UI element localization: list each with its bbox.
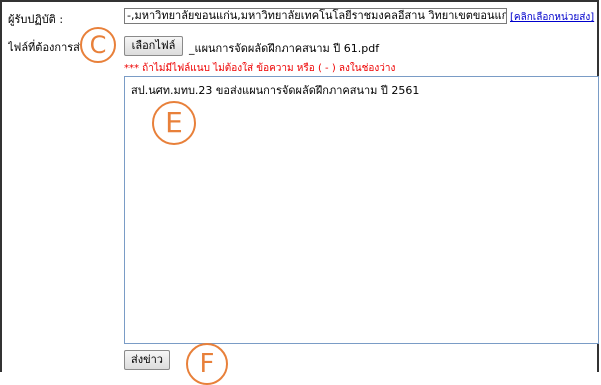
attachment-warning: *** ถ้าไม่มีไฟล์แนบ ไม่ต้องใส่ ข้อความ ห…	[124, 63, 396, 74]
recipient-label: ผู้รับปฏิบัติ :	[8, 13, 64, 26]
message-textarea[interactable]: สป.นศท.มทบ.23 ขอส่งแผนการจัดผลัดฝึกภาคสน…	[124, 76, 599, 344]
callout-c-marker: C	[80, 27, 116, 63]
pick-units-link[interactable]: [คลิกเลือกหน่วยส่ง]	[510, 10, 594, 25]
send-button[interactable]: ส่งข่าว	[124, 350, 170, 370]
choose-file-button[interactable]: เลือกไฟล์	[124, 36, 183, 56]
callout-e-marker: E	[152, 101, 196, 145]
recipient-input[interactable]: -,มหาวิทยาลัยขอนแก่น,มหาวิทยาลัยเทคโนโลย…	[124, 8, 507, 24]
selected-file-name: _แผนการจัดผลัดฝึกภาคสนาม ปี 61.pdf	[189, 42, 380, 55]
callout-f-marker: F	[186, 343, 228, 385]
